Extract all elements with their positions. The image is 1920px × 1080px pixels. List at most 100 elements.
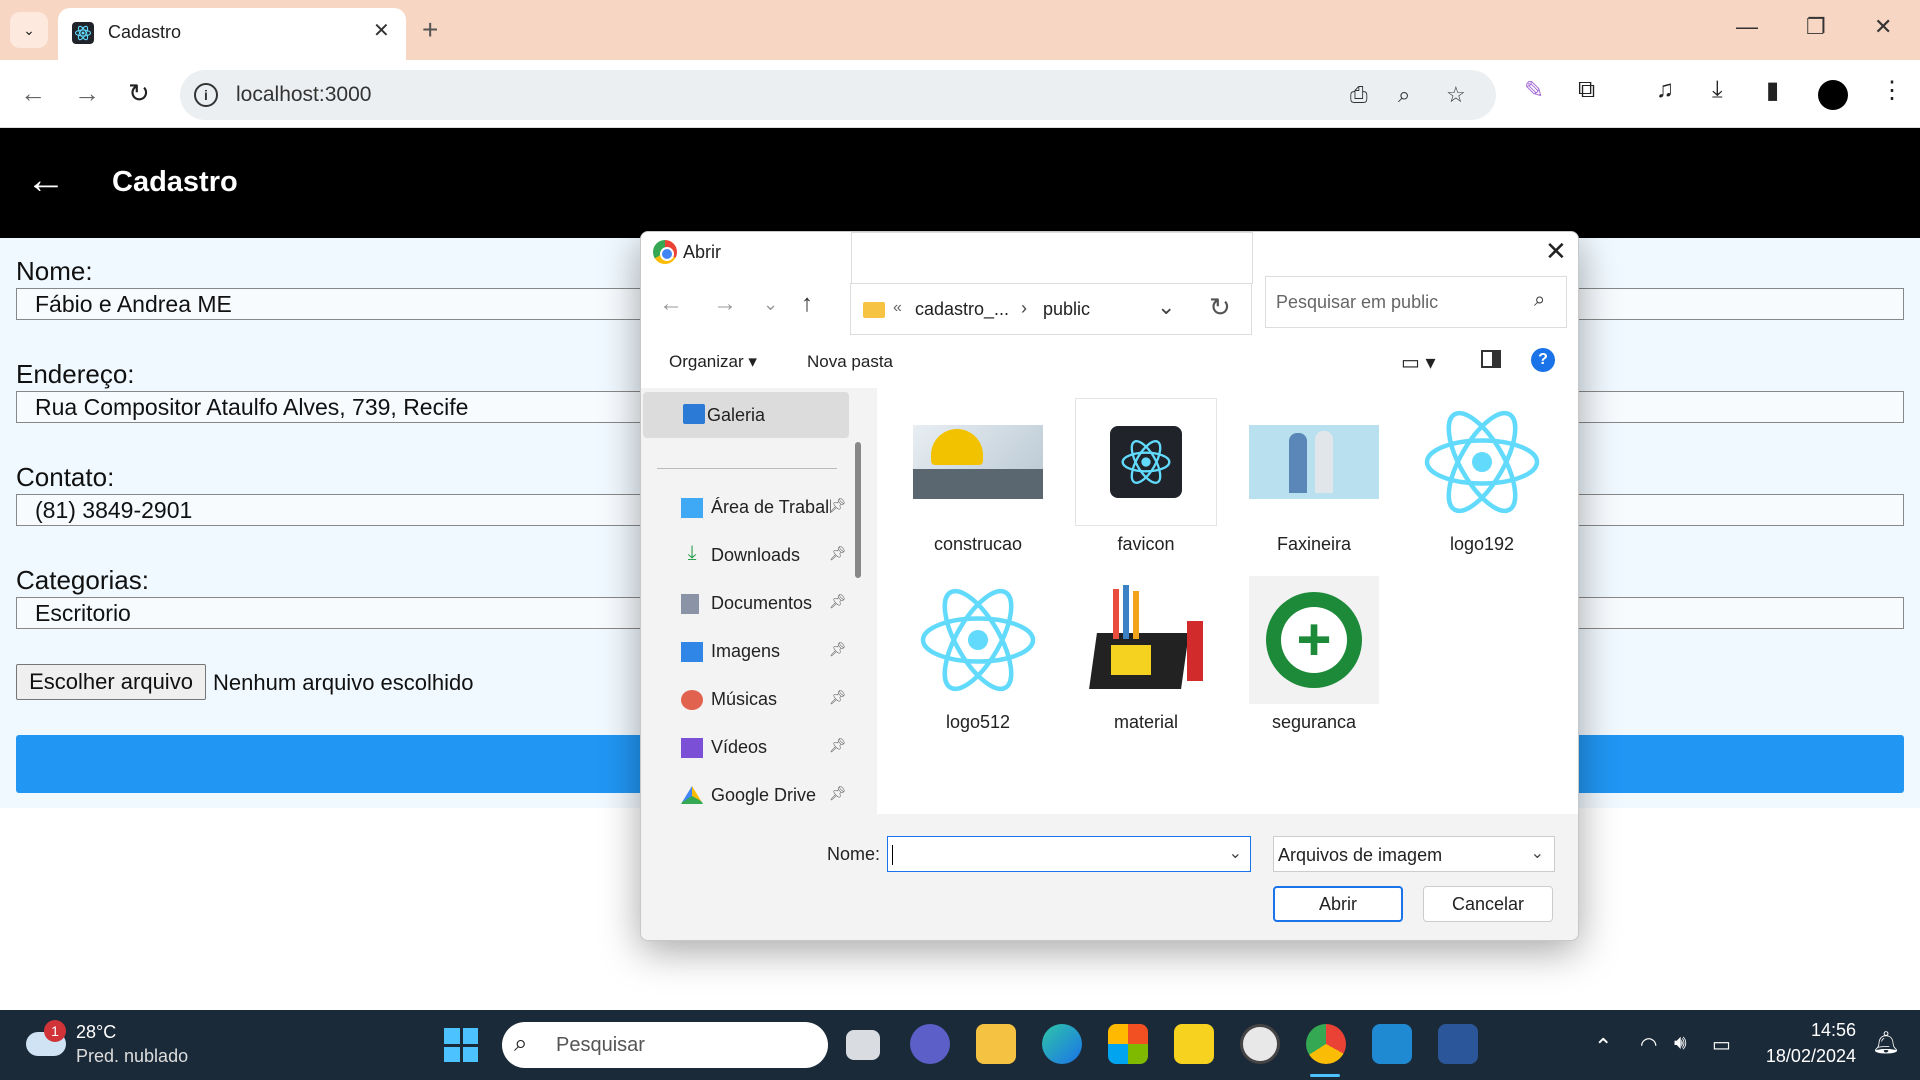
pin-icon: 📌︎ — [829, 737, 847, 753]
breadcrumb-parent[interactable]: cadastro_... — [915, 299, 1009, 320]
dialog-search-box[interactable]: Pesquisar em public ⌕ — [1265, 276, 1567, 328]
side-panel-icon[interactable]: ▮ — [1766, 76, 1779, 105]
clock-date[interactable]: 18/02/2024 — [1758, 1046, 1856, 1067]
browser-toolbar: ← → ↻ i localhost:3000 ⎙ ⌕ ☆ ✎ ⧉ ♫ ⤓ ▮ ⋮ — [0, 60, 1920, 128]
install-app-icon[interactable]: ⎙ — [1350, 82, 1368, 108]
taskbar-search[interactable]: ⌕ Pesquisar — [502, 1022, 828, 1068]
construcao-thumbnail — [913, 398, 1043, 526]
favicon-thumbnail — [1075, 398, 1217, 526]
refresh-icon[interactable]: ↻ — [1209, 292, 1231, 323]
sidebar-item-videos[interactable]: Vídeos 📌︎ — [681, 730, 861, 766]
file-list: construcao favicon Faxineira logo192 log… — [877, 388, 1578, 814]
volume-icon[interactable]: 🔊︎ — [1674, 1032, 1687, 1055]
tab-title: Cadastro — [108, 22, 182, 42]
sticky-notes-icon[interactable] — [1174, 1024, 1214, 1064]
file-item-construcao[interactable]: construcao — [897, 398, 1047, 578]
logo192-thumbnail — [1417, 398, 1547, 526]
back-icon[interactable]: ← — [20, 78, 46, 109]
profile-avatar[interactable] — [1818, 80, 1848, 110]
view-options-icon[interactable]: ▭ ▾ — [1401, 350, 1436, 375]
dialog-close-icon[interactable]: ✕ — [1545, 236, 1567, 267]
task-view-icon[interactable] — [846, 1030, 880, 1060]
new-folder-button[interactable]: Nova pasta — [807, 352, 893, 372]
choose-file-button[interactable]: Escolher arquivo — [16, 664, 206, 700]
sidebar-divider — [657, 468, 837, 469]
file-item-material[interactable]: material — [1065, 576, 1215, 756]
chrome-taskbar-icon[interactable] — [1306, 1024, 1346, 1064]
url-text[interactable]: localhost:3000 — [236, 83, 371, 107]
weather-badge: 1 — [44, 1020, 66, 1042]
wifi-icon[interactable]: ◠ — [1640, 1032, 1657, 1057]
dialog-address-bar[interactable] — [851, 232, 1253, 284]
file-item-faxineira[interactable]: Faxineira — [1233, 398, 1383, 578]
breadcrumb-current[interactable]: public — [1043, 299, 1090, 320]
edge-icon[interactable] — [1042, 1024, 1082, 1064]
path-history-chevron-icon[interactable]: ⌄ — [1157, 294, 1175, 320]
windows-start-icon[interactable] — [444, 1028, 478, 1062]
file-item-seguranca[interactable]: + seguranca — [1233, 576, 1383, 756]
open-file-dialog: Abrir ✕ ← → ⌄ ↑ Pesquisar em public ⌕ Or… — [640, 231, 1579, 941]
clock-app-icon[interactable] — [1240, 1024, 1280, 1064]
file-explorer-icon[interactable] — [976, 1024, 1016, 1064]
close-window-icon[interactable]: ✕ — [1874, 14, 1892, 40]
organize-menu[interactable]: Organizar ▾ — [669, 352, 757, 372]
sidebar-item-desktop[interactable]: Área de Trabalho📌︎ — [681, 490, 861, 526]
filename-input[interactable]: ⌄ — [887, 836, 1251, 872]
tab-search-dropdown[interactable]: ⌄ — [10, 12, 48, 48]
address-bar[interactable]: i localhost:3000 ⎙ ⌕ ☆ — [180, 70, 1496, 120]
downloads-icon[interactable]: ⤓ — [1712, 76, 1723, 104]
sidebar-item-music[interactable]: Músicas 📌︎ — [681, 682, 861, 718]
sidebar-item-downloads[interactable]: ⤓ Downloads 📌︎ — [681, 538, 861, 574]
forward-icon[interactable]: → — [74, 78, 100, 109]
battery-icon[interactable]: ▭ — [1712, 1032, 1731, 1057]
sidebar-item-galeria[interactable]: Galeria — [643, 392, 849, 438]
new-tab-button[interactable]: + — [422, 14, 438, 46]
menu-kebab-icon[interactable]: ⋮ — [1880, 76, 1904, 105]
sidebar-item-google-drive[interactable]: Google Drive 📌︎ — [681, 778, 861, 814]
close-tab-icon[interactable]: ✕ — [373, 18, 390, 43]
notification-bell-icon[interactable]: 🔔︎ — [1872, 1030, 1900, 1056]
cancel-button[interactable]: Cancelar — [1423, 886, 1553, 922]
sidebar-item-images[interactable]: Imagens 📌︎ — [681, 634, 861, 670]
file-item-logo512[interactable]: logo512 — [897, 576, 1047, 756]
sidebar-item-documents[interactable]: Documentos 📌︎ — [681, 586, 861, 622]
reload-icon[interactable]: ↻ — [128, 78, 150, 109]
music-icon — [681, 690, 703, 710]
media-control-icon[interactable]: ♫ — [1656, 76, 1674, 104]
dialog-back-icon[interactable]: ← — [659, 290, 683, 318]
chevron-down-icon[interactable]: ⌄ — [1229, 843, 1242, 863]
extensions-puzzle-icon[interactable]: ⧉ — [1578, 76, 1595, 104]
site-info-icon[interactable]: i — [194, 83, 218, 107]
bookmark-star-icon[interactable]: ☆ — [1446, 82, 1466, 108]
open-button[interactable]: Abrir — [1273, 886, 1403, 922]
preview-pane-icon[interactable] — [1481, 350, 1501, 368]
sidebar-scrollbar[interactable] — [855, 442, 861, 578]
teams-chat-icon[interactable] — [910, 1024, 950, 1064]
weather-condition[interactable]: Pred. nublado — [76, 1046, 188, 1067]
browser-tab-cadastro[interactable]: Cadastro ✕ — [58, 8, 406, 60]
recent-locations-icon[interactable]: ⌄ — [763, 294, 778, 315]
filetype-select[interactable]: Arquivos de imagem ⌄ — [1273, 836, 1555, 872]
clock-time[interactable]: 14:56 — [1758, 1020, 1856, 1041]
help-icon[interactable]: ? — [1531, 348, 1555, 372]
word-icon[interactable] — [1438, 1024, 1478, 1064]
minimize-icon[interactable]: — — [1736, 14, 1758, 40]
pin-icon: 📌︎ — [829, 545, 847, 561]
store-icon[interactable] — [1108, 1024, 1148, 1064]
dialog-path-box[interactable]: « cadastro_... › public ⌄ ↻ — [850, 283, 1252, 335]
file-item-logo192[interactable]: logo192 — [1401, 398, 1551, 578]
download-arrow-icon: ⤓ — [687, 542, 697, 564]
restore-icon[interactable]: ❐ — [1806, 14, 1826, 40]
temperature[interactable]: 28°C — [76, 1022, 116, 1043]
google-drive-icon — [681, 786, 703, 804]
extension-pen-icon[interactable]: ✎ — [1524, 76, 1544, 105]
zoom-icon[interactable]: ⌕ — [1398, 82, 1410, 108]
file-item-favicon[interactable]: favicon — [1065, 398, 1217, 578]
back-arrow-icon[interactable]: ← — [26, 158, 66, 203]
up-folder-icon[interactable]: ↑ — [801, 290, 813, 318]
file-name: seguranca — [1271, 712, 1357, 732]
show-hidden-icons-chevron-icon[interactable]: ⌃ — [1594, 1034, 1612, 1060]
faxineira-thumbnail — [1249, 398, 1379, 526]
vscode-icon[interactable] — [1372, 1024, 1412, 1064]
dialog-forward-icon[interactable]: → — [713, 290, 737, 318]
